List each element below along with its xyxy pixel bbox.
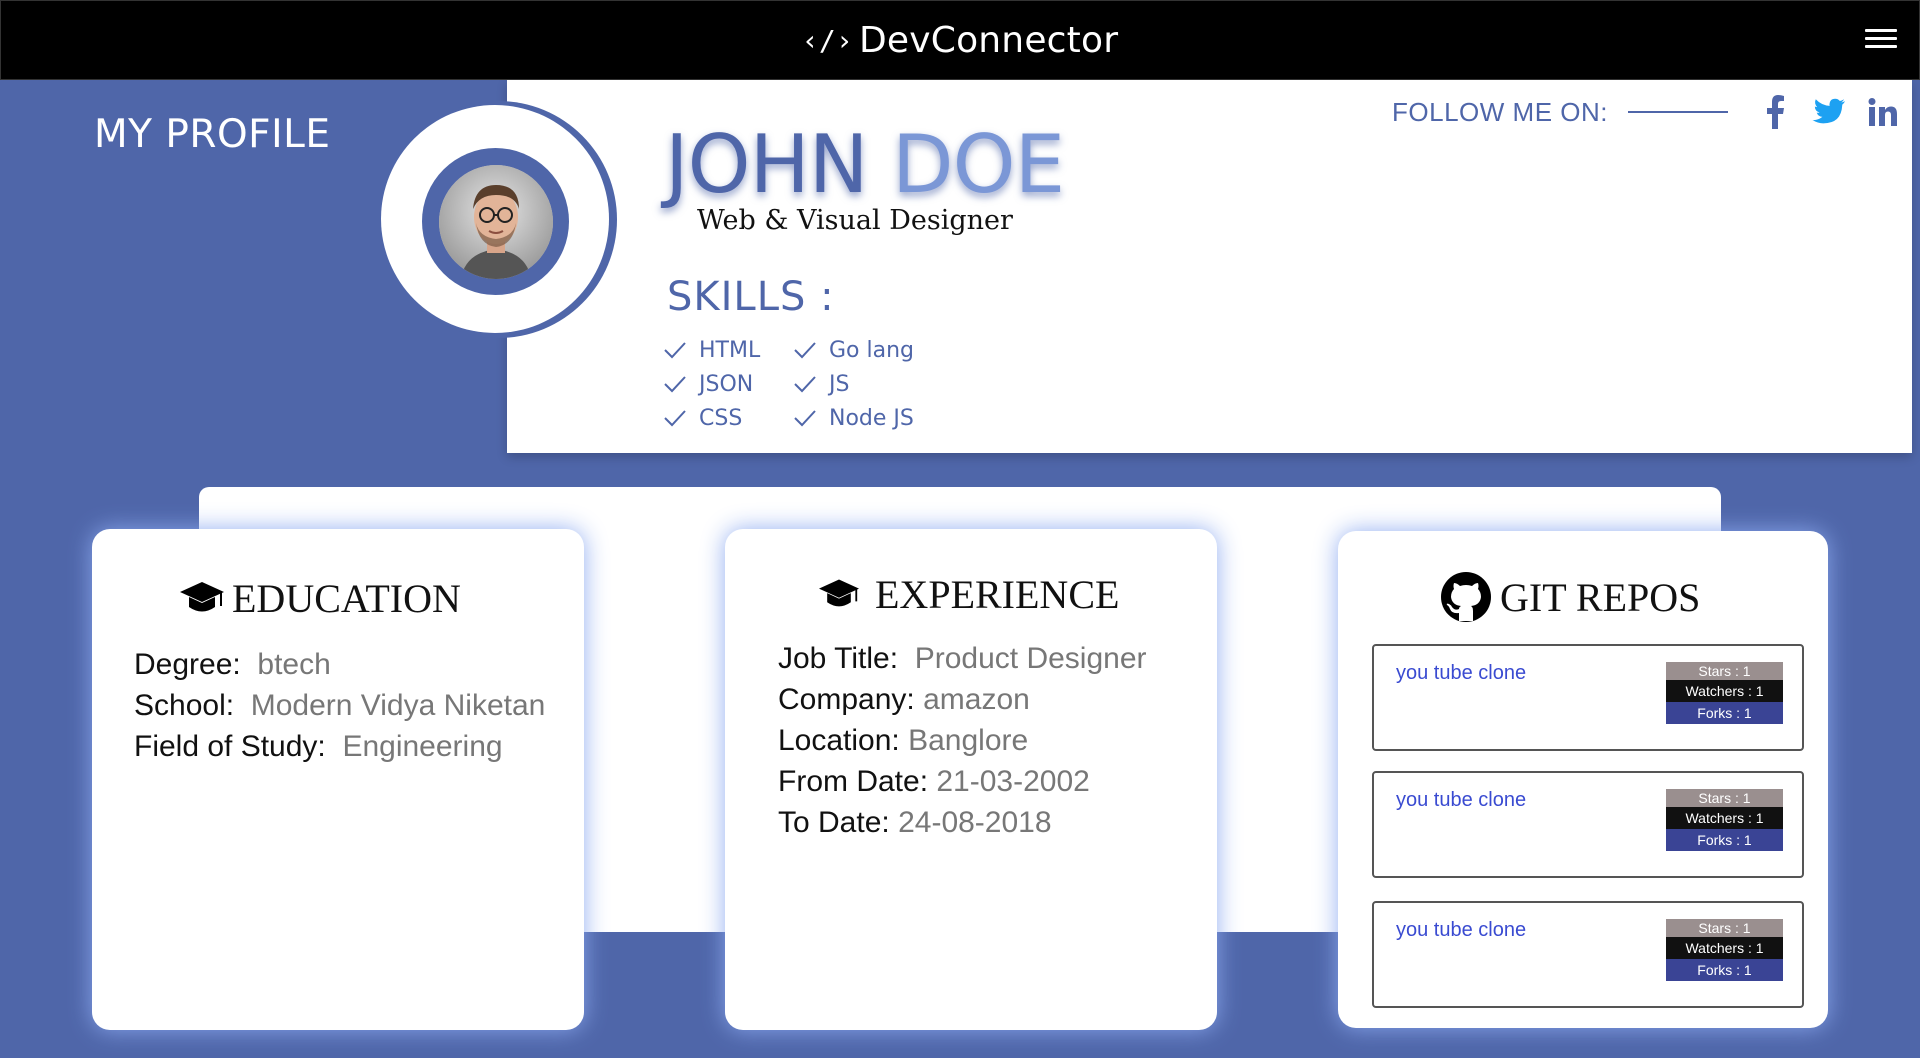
skill-item: JS <box>793 370 923 398</box>
check-icon <box>664 410 686 427</box>
repo-item: you tube clone Stars : 1 Watchers : 1 Fo… <box>1372 771 1804 878</box>
skill-label: Go lang <box>829 337 915 363</box>
top-navbar: ‹/› DevConnector <box>0 0 1920 80</box>
check-icon <box>794 410 816 427</box>
experience-card: EXPERIENCE Job Title: Product Designer C… <box>725 529 1217 1030</box>
first-name: JOHN <box>665 118 869 211</box>
field-value: Engineering <box>342 730 503 763</box>
school-value: Modern Vidya Niketan <box>250 689 546 722</box>
school-label: School: <box>134 689 235 722</box>
degree-label: Degree: <box>134 648 241 681</box>
repo-stars: Stars : 1 <box>1666 789 1783 807</box>
skill-item: HTML <box>663 336 793 364</box>
last-name: DOE <box>892 118 1065 211</box>
repo-stats: Stars : 1 Watchers : 1 Forks : 1 <box>1666 789 1783 851</box>
repo-forks: Forks : 1 <box>1666 829 1783 851</box>
check-icon <box>794 376 816 393</box>
experience-title-text: EXPERIENCE <box>875 572 1120 617</box>
git-repos-title-text: GIT REPOS <box>1500 574 1701 620</box>
location-value: Banglore <box>908 724 1029 757</box>
brand-name: DevConnector <box>858 19 1119 61</box>
linkedin-icon[interactable] <box>1866 95 1900 129</box>
field-row: Field of Study: Engineering <box>134 726 545 767</box>
page-title: MY PROFILE <box>94 112 331 157</box>
repo-stars: Stars : 1 <box>1666 662 1783 680</box>
skills-heading: SKILLS : <box>667 274 835 320</box>
avatar-photo <box>438 164 553 279</box>
field-label: Field of Study: <box>134 730 326 763</box>
repo-watchers: Watchers : 1 <box>1666 937 1783 959</box>
check-icon <box>664 376 686 393</box>
skill-item: Node JS <box>793 404 923 432</box>
profile-name: JOHN DOE <box>665 118 1065 211</box>
brand-logo[interactable]: ‹/› DevConnector <box>802 20 1118 61</box>
company-row: Company: amazon <box>778 679 1147 720</box>
avatar <box>422 148 569 295</box>
graduation-cap-icon <box>819 579 859 606</box>
education-info: Degree: btech School: Modern Vidya Niket… <box>134 644 545 767</box>
skill-label: JSON <box>699 371 754 397</box>
github-icon <box>1441 572 1491 622</box>
repo-watchers: Watchers : 1 <box>1666 807 1783 829</box>
location-row: Location: Banglore <box>778 720 1147 761</box>
skill-label: Node JS <box>829 405 914 431</box>
follow-label: FOLLOW ME ON: <box>1392 96 1608 127</box>
graduation-cap-icon <box>180 581 224 611</box>
skill-label: HTML <box>699 337 761 363</box>
twitter-icon[interactable] <box>1812 95 1846 129</box>
repo-link[interactable]: you tube clone <box>1396 789 1526 812</box>
skill-item: JSON <box>663 370 793 398</box>
hamburger-icon-line <box>1865 45 1897 48</box>
repo-stars: Stars : 1 <box>1666 919 1783 937</box>
company-label: Company: <box>778 683 915 716</box>
hamburger-menu-button[interactable] <box>1865 29 1897 51</box>
repo-link[interactable]: you tube clone <box>1396 662 1526 685</box>
degree-value: btech <box>257 648 331 681</box>
git-repos-card: GIT REPOS you tube clone Stars : 1 Watch… <box>1338 531 1828 1028</box>
location-label: Location: <box>778 724 900 757</box>
skill-item: Go lang <box>793 336 923 364</box>
facebook-icon[interactable] <box>1758 95 1792 129</box>
to-date-row: To Date: 24-08-2018 <box>778 802 1147 843</box>
skill-item: CSS <box>663 404 793 432</box>
profile-role: Web & Visual Designer <box>697 205 1013 236</box>
experience-title: EXPERIENCE <box>819 571 1119 618</box>
repo-item: you tube clone Stars : 1 Watchers : 1 Fo… <box>1372 644 1804 751</box>
repo-stats: Stars : 1 Watchers : 1 Forks : 1 <box>1666 919 1783 981</box>
skill-label: CSS <box>699 405 743 431</box>
code-icon: ‹/› <box>801 23 853 57</box>
school-row: School: Modern Vidya Niketan <box>134 685 545 726</box>
repo-stats: Stars : 1 Watchers : 1 Forks : 1 <box>1666 662 1783 724</box>
experience-info: Job Title: Product Designer Company: ama… <box>778 638 1147 843</box>
to-date-label: To Date: <box>778 806 890 839</box>
education-title: EDUCATION <box>180 575 461 622</box>
job-label: Job Title: <box>778 642 899 675</box>
repo-forks: Forks : 1 <box>1666 702 1783 724</box>
repo-item: you tube clone Stars : 1 Watchers : 1 Fo… <box>1372 901 1804 1008</box>
hamburger-icon <box>1865 29 1897 32</box>
follow-section: FOLLOW ME ON: <box>1392 95 1900 129</box>
to-date-value: 24-08-2018 <box>898 806 1052 839</box>
repo-link[interactable]: you tube clone <box>1396 919 1526 942</box>
git-repos-title: GIT REPOS <box>1440 571 1700 623</box>
skill-label: JS <box>829 371 850 397</box>
degree-row: Degree: btech <box>134 644 545 685</box>
repo-watchers: Watchers : 1 <box>1666 680 1783 702</box>
company-value: amazon <box>923 683 1030 716</box>
from-date-row: From Date: 21-03-2002 <box>778 761 1147 802</box>
check-icon <box>664 342 686 359</box>
repo-forks: Forks : 1 <box>1666 959 1783 981</box>
hamburger-icon-line <box>1865 37 1897 40</box>
from-date-label: From Date: <box>778 765 929 798</box>
job-row: Job Title: Product Designer <box>778 638 1147 679</box>
education-card: EDUCATION Degree: btech School: Modern V… <box>92 529 584 1030</box>
skills-list: HTML Go lang JSON JS CSS Node JS <box>663 336 923 432</box>
from-date-value: 21-03-2002 <box>936 765 1090 798</box>
divider <box>1628 111 1728 113</box>
check-icon <box>794 342 816 359</box>
job-value: Product Designer <box>914 642 1147 675</box>
education-title-text: EDUCATION <box>232 576 461 621</box>
